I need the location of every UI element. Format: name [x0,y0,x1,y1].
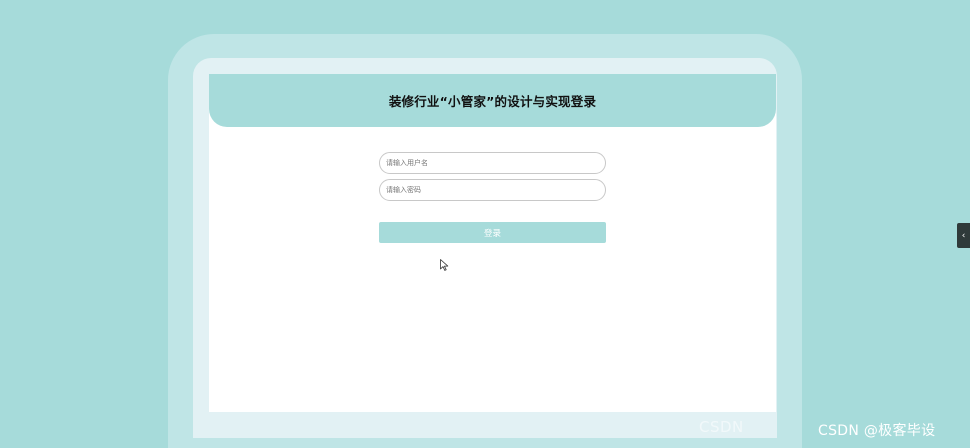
mouse-cursor-icon [440,259,449,271]
username-input[interactable] [379,152,606,174]
side-panel-toggle[interactable]: ‹ [957,223,970,248]
watermark: CSDN @极客毕设 [818,423,936,439]
login-screen: 装修行业“小管家”的设计与实现登录 登录 ‹ CSDN CSDN @极客毕设 [0,0,970,448]
page-title: 装修行业“小管家”的设计与实现登录 [388,94,597,109]
login-header: 装修行业“小管家”的设计与实现登录 [209,74,776,127]
chevron-left-icon: ‹ [961,230,966,241]
login-button[interactable]: 登录 [379,222,606,243]
watermark-faded: CSDN [699,418,744,436]
password-input[interactable] [379,179,606,201]
